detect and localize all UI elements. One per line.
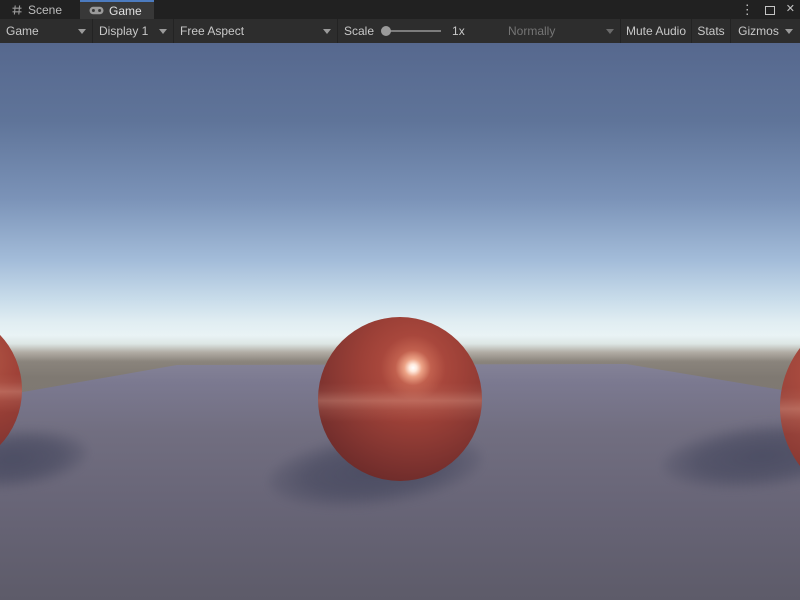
display-dropdown[interactable]: Display 1: [93, 19, 173, 43]
gizmos-label: Gizmos: [738, 24, 779, 38]
display-dropdown-label: Display 1: [99, 24, 148, 38]
scale-slider-knob[interactable]: [381, 26, 391, 36]
scale-slider[interactable]: [383, 30, 441, 32]
chevron-down-icon: [606, 29, 614, 34]
aspect-ratio-label: Free Aspect: [180, 24, 244, 38]
aspect-ratio-dropdown[interactable]: Free Aspect: [174, 19, 337, 43]
grid-icon: [11, 4, 23, 16]
scale-label: Scale: [344, 24, 374, 38]
maximize-on-play-dropdown[interactable]: Normally: [502, 19, 620, 43]
chevron-down-icon: [323, 29, 331, 34]
tab-scene-label: Scene: [28, 3, 62, 17]
scale-control: Scale 1x: [338, 19, 502, 43]
chevron-down-icon: [785, 29, 793, 34]
game-viewport[interactable]: [0, 43, 800, 600]
game-view-menu-label: Game: [6, 24, 39, 38]
sphere-reflection-band: [318, 317, 482, 481]
game-view-menu-dropdown[interactable]: Game: [0, 19, 92, 43]
game-view-toolbar: Game Display 1 Free Aspect Scale 1x Norm…: [0, 19, 800, 43]
chevron-down-icon: [78, 29, 86, 34]
stats-button[interactable]: Stats: [692, 19, 730, 43]
gamepad-icon: [89, 6, 104, 15]
tab-scene[interactable]: Scene: [2, 0, 74, 19]
tab-game[interactable]: Game: [80, 0, 154, 19]
red-sphere-center: [318, 317, 482, 481]
mute-audio-button[interactable]: Mute Audio: [621, 19, 691, 43]
mute-audio-label: Mute Audio: [626, 24, 686, 38]
window-controls: ⋮ ✕: [741, 0, 795, 19]
chevron-down-icon: [159, 29, 167, 34]
kebab-menu-icon[interactable]: ⋮: [741, 3, 754, 16]
scale-value: 1x: [452, 24, 465, 38]
tab-bar: Scene Game ⋮ ✕: [0, 0, 800, 19]
stats-label: Stats: [697, 24, 724, 38]
tab-game-label: Game: [109, 4, 142, 18]
maximize-on-play-label: Normally: [508, 24, 555, 38]
maximize-icon[interactable]: [765, 6, 775, 15]
gizmos-dropdown[interactable]: Gizmos: [731, 19, 800, 43]
close-icon[interactable]: ✕: [786, 4, 795, 15]
